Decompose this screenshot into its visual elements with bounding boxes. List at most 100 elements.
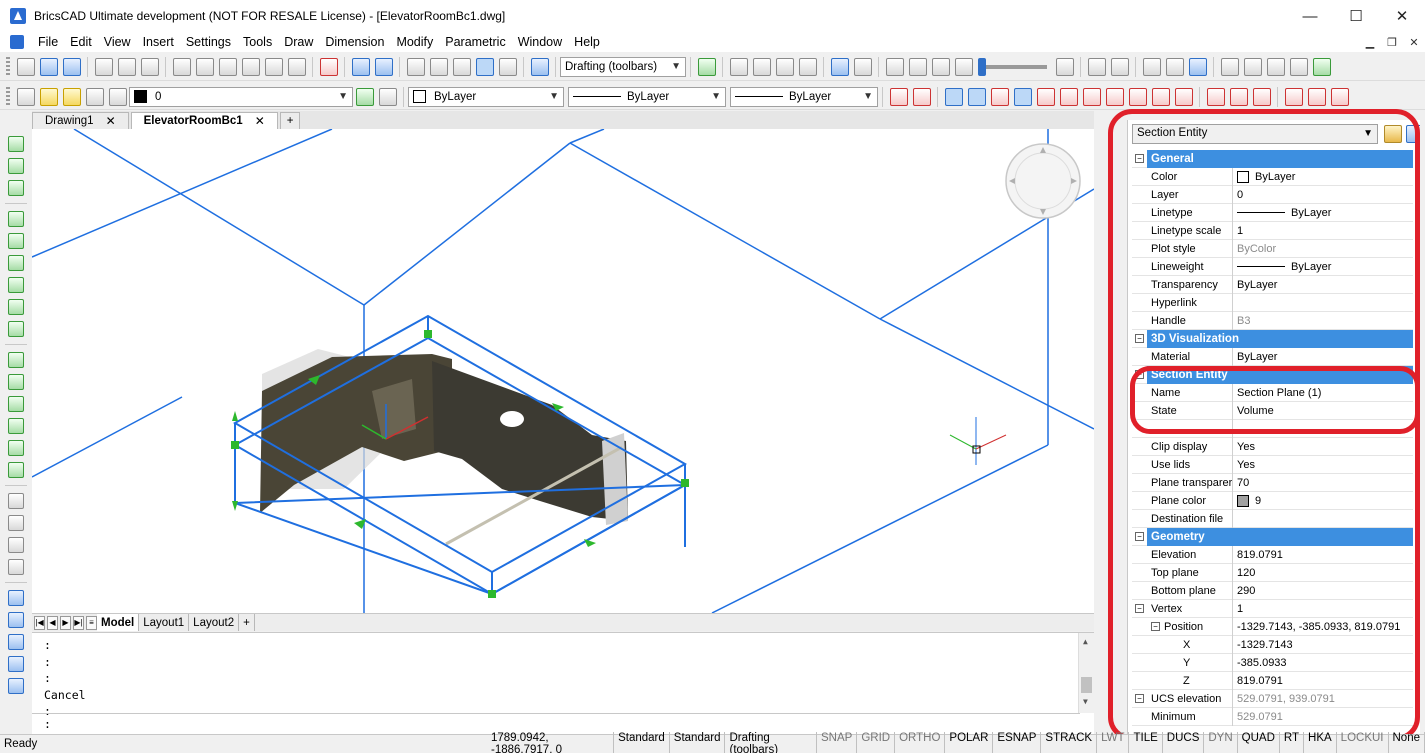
collapse-icon[interactable]: − [1135, 532, 1144, 541]
snap-settings-icon[interactable] [1284, 87, 1303, 106]
lineweight-select[interactable]: ByLayer ▼ [730, 86, 878, 107]
make-current-icon[interactable] [355, 87, 374, 106]
property-value[interactable]: 70 [1233, 477, 1413, 489]
paste-icon[interactable] [218, 57, 237, 76]
property-row-y[interactable]: Y -385.0933 [1132, 653, 1413, 672]
snap-tangent-icon[interactable] [1082, 87, 1101, 106]
save-icon[interactable] [62, 57, 81, 76]
region-icon[interactable] [8, 374, 24, 390]
attach-pointcloud-icon[interactable] [8, 678, 24, 694]
select-objects-icon[interactable] [1406, 125, 1420, 143]
menu-edit[interactable]: Edit [64, 35, 98, 49]
align-icon[interactable] [1289, 57, 1308, 76]
revcloud-icon[interactable] [8, 440, 24, 456]
snap-apparent-icon[interactable] [1128, 87, 1147, 106]
property-value[interactable]: 1 [1233, 603, 1413, 615]
menu-tools[interactable]: Tools [237, 35, 278, 49]
workspace-select[interactable]: Drafting (toolbars) ▼ [560, 56, 686, 77]
close-icon[interactable]: ✕ [106, 114, 116, 128]
publish-icon[interactable] [140, 57, 159, 76]
document-icon[interactable] [10, 35, 24, 49]
menu-insert[interactable]: Insert [137, 35, 180, 49]
doc-close-button[interactable]: ✕ [1403, 32, 1425, 52]
regen-icon[interactable] [697, 57, 716, 76]
property-value[interactable]: Volume [1233, 405, 1413, 417]
scroll-down-icon[interactable]: ▼ [1083, 697, 1088, 706]
attach-image-icon[interactable] [8, 634, 24, 650]
mtext-icon[interactable] [8, 559, 24, 575]
status-toggle-rt[interactable]: RT [1280, 732, 1305, 753]
four-viewports-icon[interactable] [1188, 57, 1207, 76]
snap-extension-icon[interactable] [1174, 87, 1193, 106]
property-row-material[interactable]: Material ByLayer [1132, 347, 1413, 366]
property-row-ucs-elevation[interactable]: − UCS elevation 529.0791, 939.0791 [1132, 689, 1413, 708]
property-value[interactable]: 529.0791 [1233, 711, 1413, 723]
property-row-position[interactable]: − Position -1329.7143, -385.0933, 819.0791 [1132, 617, 1413, 636]
menu-modify[interactable]: Modify [390, 35, 439, 49]
status-toggle-esnap[interactable]: ESNAP [993, 732, 1042, 753]
open-icon[interactable] [39, 57, 58, 76]
status-toggle-none[interactable]: None [1389, 732, 1425, 753]
property-row-plane-color[interactable]: Plane color 9 [1132, 491, 1413, 510]
status-toggle-dyn[interactable]: DYN [1204, 732, 1238, 753]
snap-node-icon[interactable] [967, 87, 986, 106]
pick-point-icon[interactable] [264, 57, 283, 76]
attach-xref-icon[interactable] [8, 612, 24, 628]
toolbar-grip[interactable] [6, 56, 10, 77]
close-button[interactable]: ✕ [1379, 0, 1425, 32]
color-select[interactable]: ByLayer ▼ [408, 86, 564, 107]
snap-3d-icon[interactable] [1330, 87, 1349, 106]
orbit-icon[interactable] [853, 57, 872, 76]
two-viewports-icon[interactable] [1165, 57, 1184, 76]
tab-model[interactable]: Model [97, 614, 140, 631]
property-value[interactable]: ByLayer [1233, 351, 1413, 363]
snap-nearest-icon[interactable] [1105, 87, 1124, 106]
next-layout-button[interactable]: ▶ [60, 615, 71, 630]
property-row-linetype[interactable]: Linetype ByLayer [1132, 203, 1413, 222]
tab-layout2[interactable]: Layout2 [189, 614, 240, 631]
status-toggle-quad[interactable]: QUAD [1238, 732, 1280, 753]
status-toggle-hka[interactable]: HKA [1304, 732, 1337, 753]
close-icon[interactable]: ✕ [255, 114, 265, 128]
status-toggle-grid[interactable]: GRID [857, 732, 896, 753]
layer-on-icon[interactable] [39, 87, 58, 106]
snap-insertion-icon[interactable] [1036, 87, 1055, 106]
property-value[interactable]: ByLayer [1233, 207, 1413, 219]
zoom-extents-icon[interactable] [798, 57, 817, 76]
help-icon[interactable] [530, 57, 549, 76]
snap-midpoint-icon[interactable] [912, 87, 931, 106]
menu-dimension[interactable]: Dimension [319, 35, 390, 49]
attach-pdf-icon[interactable] [8, 656, 24, 672]
property-value[interactable]: 120 [1233, 567, 1413, 579]
property-row-linetype-scale[interactable]: Linetype scale 1 [1132, 221, 1413, 240]
property-row-vertex[interactable]: − Vertex 1 [1132, 599, 1413, 618]
structure-icon[interactable] [498, 57, 517, 76]
snap-intersection-icon[interactable] [990, 87, 1009, 106]
first-layout-button[interactable]: |◀ [34, 615, 45, 630]
quick-select-icon[interactable] [1384, 125, 1402, 143]
category-3d-visualization[interactable]: −3D Visualization [1132, 329, 1413, 348]
property-value[interactable]: 819.0791 [1233, 675, 1413, 687]
category-general[interactable]: − General [1132, 149, 1413, 168]
property-row-top-plane[interactable]: Top plane 120 [1132, 563, 1413, 582]
render-icon[interactable] [1110, 57, 1129, 76]
menu-draw[interactable]: Draw [278, 35, 319, 49]
new-icon[interactable] [16, 57, 35, 76]
property-row-clip-display[interactable]: Clip display Yes [1132, 437, 1413, 456]
cut-icon[interactable] [172, 57, 191, 76]
property-row-destination-file[interactable]: Destination file [1132, 509, 1413, 528]
property-value[interactable]: B3 [1233, 315, 1413, 327]
line-icon[interactable] [8, 136, 24, 152]
menu-help[interactable]: Help [568, 35, 606, 49]
snap-perpendicular-icon[interactable] [1059, 87, 1078, 106]
snap-parallel-icon[interactable] [1151, 87, 1170, 106]
property-row-handle[interactable]: Handle B3 [1132, 311, 1413, 330]
property-row-z[interactable]: Z 819.0791 [1132, 671, 1413, 690]
property-value[interactable]: ByLayer [1233, 261, 1413, 273]
new-tab-button[interactable]: + [279, 112, 301, 129]
status-toggle-strack[interactable]: STRACK [1041, 732, 1098, 753]
point-icon[interactable] [8, 321, 24, 337]
menu-window[interactable]: Window [512, 35, 568, 49]
snap-clear-icon[interactable] [1206, 87, 1225, 106]
last-layout-button[interactable]: ▶| [73, 615, 84, 630]
